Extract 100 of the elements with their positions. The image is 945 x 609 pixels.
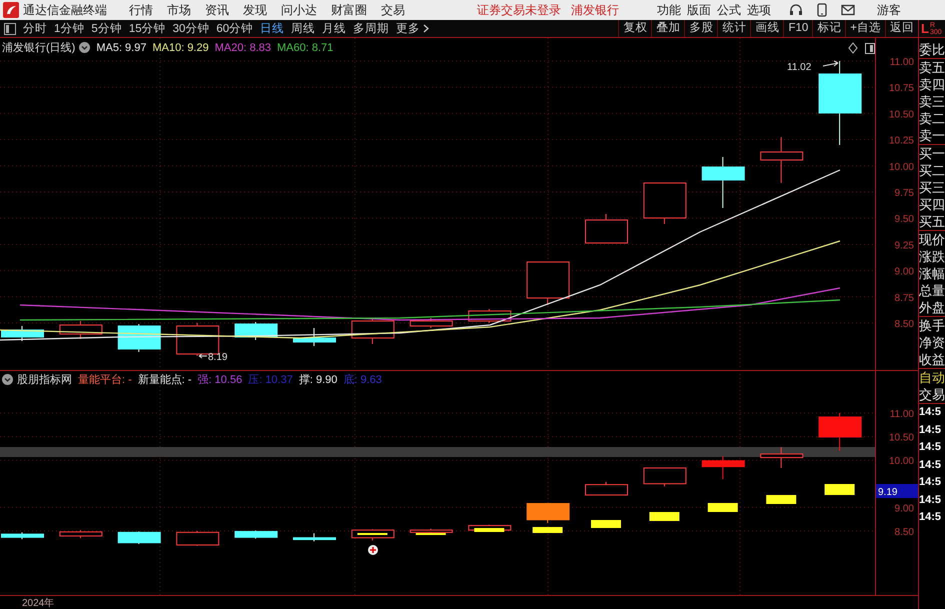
mail-icon[interactable] <box>841 4 855 16</box>
period-tab[interactable]: 多周期 <box>353 21 390 36</box>
toolbar-button[interactable]: 统计 <box>717 20 750 37</box>
price-annotation: 8.19 <box>198 352 228 363</box>
signal-bar <box>474 528 504 532</box>
axis-label: 8.75 <box>894 292 914 304</box>
quote-label: 卖一 <box>919 127 945 144</box>
axis-label: 9.00 <box>894 503 914 514</box>
trade-time: 14:5 <box>919 458 942 472</box>
period-tab[interactable]: 60分钟 <box>216 21 254 36</box>
quote-label: 交易 <box>919 386 945 403</box>
axis-label: 10.75 <box>888 83 914 94</box>
toolbar-button[interactable]: +自选 <box>845 20 885 37</box>
trade-time: 14:5 <box>919 492 942 508</box>
quote-label: 买二 <box>919 162 945 179</box>
quote-label: 买四 <box>919 196 945 213</box>
candlestick <box>410 528 453 534</box>
dropdown-icon[interactable] <box>79 42 90 53</box>
menu-item[interactable]: 市场 <box>167 2 191 18</box>
quote-label: 卖三 <box>919 93 945 110</box>
menu-item[interactable]: 发现 <box>243 2 267 18</box>
period-tab[interactable]: 5分钟 <box>91 21 122 36</box>
period-tab[interactable]: 30分钟 <box>172 21 210 36</box>
notice-link[interactable]: 证券交易未登录 <box>477 2 561 18</box>
indicator-title: 股朋指标网 <box>17 373 72 387</box>
quote-label: 外盘 <box>919 299 945 316</box>
toolbar-button[interactable]: 返回 <box>885 20 918 37</box>
indicator-value: 底: 9.63 <box>343 372 382 387</box>
quote-label: 买三 <box>919 179 945 196</box>
dropdown-icon[interactable] <box>2 374 13 385</box>
candlestick <box>643 467 686 487</box>
indicator-value: 强: 10.56 <box>198 373 242 387</box>
signal-bar <box>824 484 855 495</box>
period-tab[interactable]: 1分钟 <box>54 21 84 36</box>
axis-label: 9.50 <box>894 214 914 226</box>
signal-bar <box>591 520 621 528</box>
phone-icon[interactable] <box>817 3 827 17</box>
signal-bar <box>649 512 680 521</box>
indicator-value: 压: 10.37 <box>248 373 293 387</box>
menu-item[interactable]: 资讯 <box>205 2 229 18</box>
diamond-icon[interactable] <box>848 42 858 54</box>
user-link[interactable]: 游客 <box>877 2 901 18</box>
candlestick <box>234 322 278 340</box>
candlestick <box>351 318 394 344</box>
indicator-value: MA10: 9.29 <box>152 42 209 54</box>
toolbar-button[interactable]: 画线 <box>750 20 784 37</box>
candlestick <box>118 530 161 545</box>
candlestick <box>526 262 570 306</box>
period-tab[interactable]: 月线 <box>322 21 346 36</box>
trade-time: 14:5 <box>919 510 942 525</box>
corner-label: L <box>921 20 929 37</box>
candlestick <box>234 530 278 540</box>
period-tab[interactable]: 周线 <box>291 21 316 36</box>
menu-item[interactable]: 交易 <box>381 2 405 18</box>
more-menu[interactable]: 更多 <box>396 21 430 36</box>
indicator-value: MA60: 8.71 <box>277 42 334 54</box>
panel-toggle-icon[interactable] <box>865 43 875 54</box>
axis-label: 9.25 <box>894 240 914 252</box>
indicator-value: 量能平台: - <box>78 373 132 387</box>
quote-label: 委比 <box>919 41 945 58</box>
period-tab[interactable]: 15分钟 <box>128 21 166 36</box>
candlestick <box>760 446 804 468</box>
panel-toggle-icon[interactable] <box>4 22 16 34</box>
candlestick <box>293 328 336 346</box>
indicator-value: 新量能点: - <box>138 372 192 387</box>
toolbar-button[interactable]: F10 <box>783 20 812 37</box>
indicator-value: MA5: 9.97 <box>96 42 146 54</box>
menu-item[interactable]: 问小达 <box>281 2 317 18</box>
menu-item[interactable]: 行情 <box>129 2 153 18</box>
period-tab[interactable]: 分时 <box>23 21 47 36</box>
headset-icon[interactable] <box>789 3 803 17</box>
axis-label: 8.50 <box>894 319 914 330</box>
price-marker: 9.19 <box>876 484 918 498</box>
toolbar-button[interactable]: 多股 <box>684 20 718 37</box>
candlestick <box>59 320 102 340</box>
menu-item[interactable]: 选项 <box>747 2 771 18</box>
candlestick <box>702 456 745 480</box>
app-logo-icon <box>3 2 19 18</box>
toolbar-button[interactable]: 标记 <box>812 20 846 37</box>
candlestick <box>526 503 570 524</box>
trade-time: 14:5 <box>919 405 942 420</box>
axis-label: 10.50 <box>888 432 914 444</box>
app-title: 通达信金融终端 <box>23 2 107 18</box>
menu-item[interactable]: 公式 <box>717 2 741 18</box>
toolbar-button[interactable]: 复权 <box>618 20 652 37</box>
price-annotation: 11.02 <box>787 60 838 73</box>
chevron-right-icon[interactable] <box>423 24 430 33</box>
quote-label: 总量 <box>919 282 945 299</box>
indicator-value: MA20: 8.83 <box>214 42 271 54</box>
plus-circle-icon[interactable] <box>368 545 378 555</box>
axis-label: 10.25 <box>888 136 914 147</box>
period-tab[interactable]: 日线 <box>260 21 284 36</box>
menu-item[interactable]: 功能 <box>657 2 681 18</box>
menu-item[interactable]: 版面 <box>687 2 711 18</box>
toolbar-button[interactable]: 叠加 <box>651 20 684 37</box>
axis-label: 9.00 <box>894 266 914 278</box>
notice-link[interactable]: 浦发银行 <box>571 2 619 18</box>
quote-label: 卖四 <box>919 76 945 93</box>
menu-item[interactable]: 财富圈 <box>331 2 367 18</box>
candlestick <box>702 156 745 208</box>
